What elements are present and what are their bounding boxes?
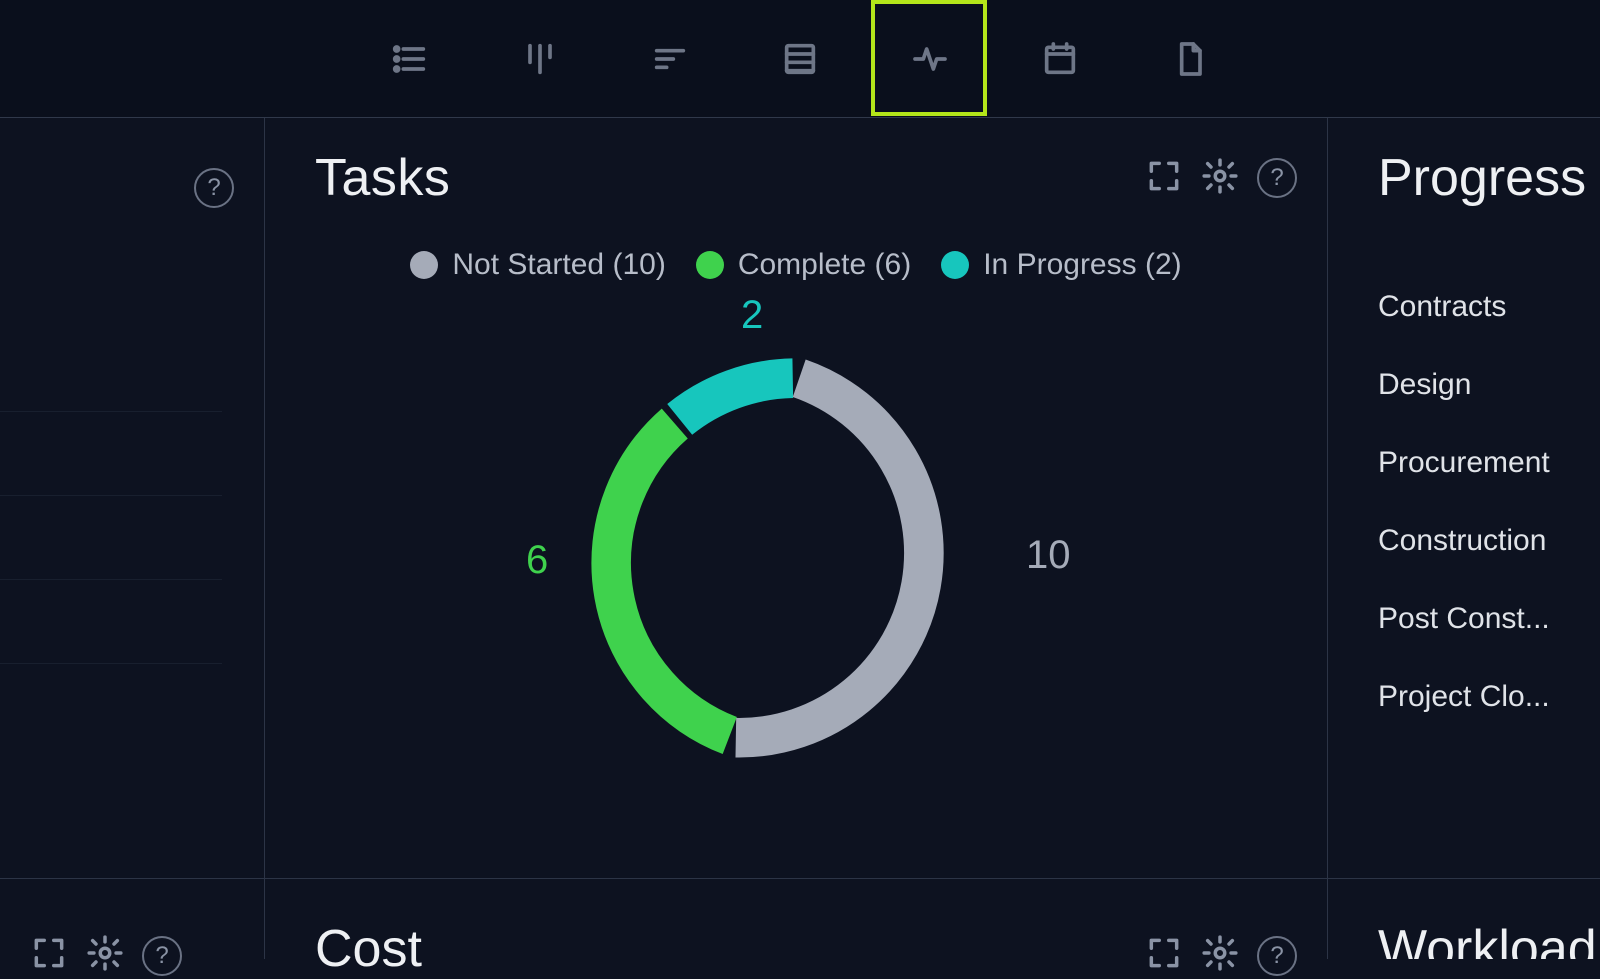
legend-item-complete[interactable]: Complete (6) [696,248,911,282]
kanban-icon [520,39,560,79]
donut-label-complete: 6 [526,538,548,583]
settings-button[interactable] [1201,934,1239,977]
workload-panel-title: Workload [1378,919,1597,959]
donut-label-not-started: 10 [1026,533,1071,578]
help-button[interactable]: ? [1257,936,1297,976]
left-panel-rows [0,328,222,664]
view-list-button[interactable] [380,29,440,89]
progress-list: Contracts Design Procurement Constructio… [1378,290,1600,714]
workload-panel: Workload [1328,879,1600,959]
legend-label: In Progress (2) [983,248,1181,282]
document-icon [1170,39,1210,79]
progress-item[interactable]: Construction [1378,524,1600,558]
cost-panel: Cost ? [265,879,1327,959]
progress-item[interactable]: Procurement [1378,446,1600,480]
legend-label: Complete (6) [738,248,911,282]
tasks-panel-title: Tasks [315,148,450,208]
view-document-button[interactable] [1160,29,1220,89]
view-toolbar [0,0,1600,118]
legend-label: Not Started (10) [452,248,665,282]
legend-item-in-progress[interactable]: In Progress (2) [941,248,1181,282]
expand-button[interactable] [1145,157,1183,200]
view-kanban-button[interactable] [510,29,570,89]
view-calendar-button[interactable] [1030,29,1090,89]
tasks-panel: Tasks ? Not Started (10) Complete (6) [265,118,1327,878]
tasks-donut-chart: 2 6 10 [265,333,1327,878]
dashboard-icon [910,39,950,79]
legend-dot [410,251,438,279]
expand-icon [1145,934,1183,972]
help-button[interactable]: ? [1257,158,1297,198]
tasks-legend: Not Started (10) Complete (6) In Progres… [265,248,1327,282]
bottom-left-panel: ? [0,879,264,959]
gantt-icon [650,39,690,79]
table-icon [780,39,820,79]
progress-panel: Progress Contracts Design Procurement Co… [1328,118,1600,878]
gear-icon [1201,934,1239,972]
progress-item[interactable]: Contracts [1378,290,1600,324]
progress-item[interactable]: Post Const... [1378,602,1600,636]
settings-button[interactable] [1201,157,1239,200]
help-button[interactable]: ? [142,936,182,976]
left-panel: ? [0,118,264,959]
expand-button[interactable] [1145,934,1183,977]
view-table-button[interactable] [770,29,830,89]
list-icon [390,39,430,79]
gear-icon [1201,157,1239,195]
calendar-icon [1040,39,1080,79]
legend-dot [941,251,969,279]
help-button[interactable]: ? [194,168,234,208]
expand-icon [1145,157,1183,195]
donut-label-in-progress: 2 [741,293,763,338]
view-dashboard-button[interactable] [900,29,960,89]
progress-item[interactable]: Design [1378,368,1600,402]
legend-dot [696,251,724,279]
progress-item[interactable]: Project Clo... [1378,680,1600,714]
donut-svg [576,343,1016,783]
settings-button[interactable] [86,934,124,977]
cost-panel-title: Cost [315,919,422,979]
expand-button[interactable] [30,934,68,977]
progress-panel-title: Progress [1378,148,1586,208]
legend-item-not-started[interactable]: Not Started (10) [410,248,665,282]
view-gantt-button[interactable] [640,29,700,89]
expand-icon [30,934,68,972]
gear-icon [86,934,124,972]
